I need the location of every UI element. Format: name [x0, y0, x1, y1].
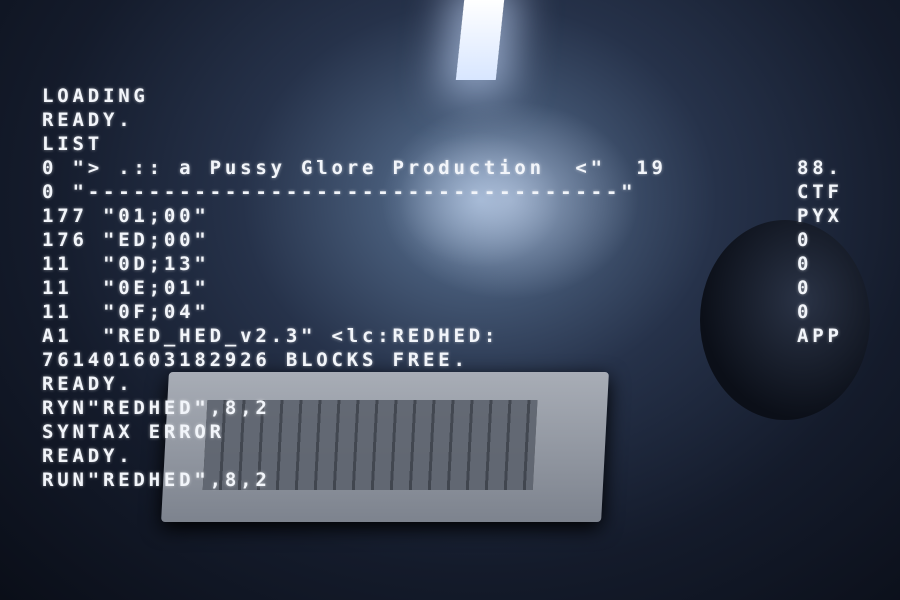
terminal-line: LOADING — [42, 85, 149, 107]
shoe — [700, 220, 870, 420]
terminal-line: READY. — [42, 373, 134, 395]
terminal-line: READY. — [42, 445, 134, 467]
file-type: 0 — [797, 277, 813, 299]
terminal-line: LIST — [42, 133, 103, 155]
file-type: APP — [797, 325, 843, 347]
terminal-line: SYNTAX ERROR — [42, 421, 225, 443]
file-type-column: 88. CTF PYX 0 0 0 0 APP — [797, 156, 843, 348]
terminal-line: 0 "-----------------------------------" — [42, 181, 637, 203]
terminal-output: LOADING READY. LIST 0 "> .:: a Pussy Glo… — [42, 84, 667, 492]
file-type: 0 — [797, 229, 813, 251]
terminal-line: READY. — [42, 109, 134, 131]
terminal-line: 761401603182926 BLOCKS FREE. — [42, 349, 469, 371]
file-type: 0 — [797, 253, 813, 275]
terminal-line: A1 "RED_HED_v2.3" <lc:REDHED: — [42, 325, 500, 347]
terminal-line: 11 "0D;13" — [42, 253, 210, 275]
terminal-line: RYN"REDHED",8,2 — [42, 397, 271, 419]
terminal-line: RUN"REDHED",8,2 — [42, 469, 271, 491]
file-type: PYX — [797, 205, 843, 227]
terminal-line: 11 "0F;04" — [42, 301, 210, 323]
file-type: CTF — [797, 181, 843, 203]
terminal-line: 177 "01;00" — [42, 205, 210, 227]
terminal-line: 176 "ED;00" — [42, 229, 210, 251]
terminal-line: 11 "0E;01" — [42, 277, 210, 299]
terminal-line: 0 "> .:: a Pussy Glore Production <" 19 — [42, 157, 667, 179]
file-type: 0 — [797, 301, 813, 323]
file-type: 88. — [797, 157, 843, 179]
fluorescent-light — [455, 0, 505, 80]
